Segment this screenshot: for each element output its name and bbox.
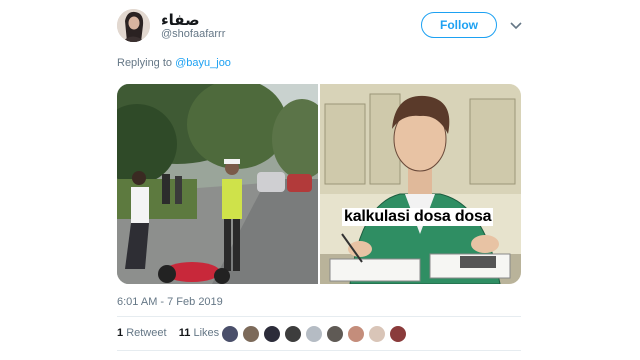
- thinking-man-illustration[interactable]: [320, 84, 521, 284]
- liker-avatar[interactable]: [263, 325, 281, 343]
- avatar-image: [117, 9, 150, 42]
- liker-avatar[interactable]: [242, 325, 260, 343]
- retweets-count[interactable]: 1: [117, 327, 123, 339]
- replying-prefix: Replying to: [117, 57, 173, 69]
- likes-count[interactable]: 11: [179, 327, 191, 339]
- liker-avatar[interactable]: [368, 325, 386, 343]
- follow-button[interactable]: Follow: [421, 12, 497, 38]
- liker-avatar[interactable]: [347, 325, 365, 343]
- replying-to: Replying to @bayu_joo: [117, 57, 231, 69]
- retweets-label[interactable]: Retweet: [126, 327, 166, 339]
- user-handle[interactable]: @shofaafarrr: [161, 28, 225, 40]
- likes-label[interactable]: Likes: [193, 327, 219, 339]
- liker-avatar[interactable]: [221, 325, 239, 343]
- mention-link[interactable]: @bayu_joo: [175, 57, 231, 69]
- street-photo[interactable]: [117, 84, 318, 284]
- chevron-down-icon[interactable]: [508, 17, 524, 33]
- divider: [117, 350, 521, 351]
- avatar[interactable]: [117, 9, 150, 42]
- liker-avatar[interactable]: [305, 325, 323, 343]
- tweet-timestamp[interactable]: 6:01 AM - 7 Feb 2019: [117, 296, 223, 308]
- tweet-media[interactable]: kalkulasi dosa dosa: [117, 84, 521, 284]
- liker-avatar[interactable]: [326, 325, 344, 343]
- liker-avatar[interactable]: [389, 325, 407, 343]
- liker-avatar[interactable]: [284, 325, 302, 343]
- display-name[interactable]: صفاء: [161, 11, 200, 29]
- divider: [117, 316, 521, 317]
- tweet-stats: 1 Retweet 11 Likes: [117, 327, 219, 339]
- image-caption: kalkulasi dosa dosa: [342, 208, 494, 226]
